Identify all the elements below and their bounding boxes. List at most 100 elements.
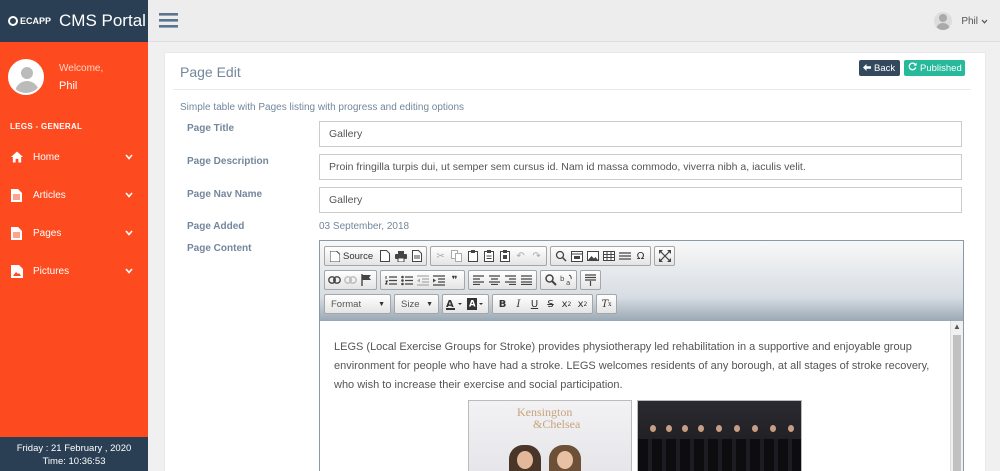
page-description-input[interactable]: Proin fringilla turpis dui, ut semper se… — [319, 154, 962, 180]
toolbar-group-insert: Ω — [550, 246, 652, 266]
toolbar-group-align — [468, 270, 537, 290]
underline-icon[interactable]: U — [527, 296, 542, 312]
svg-text:b: b — [560, 275, 565, 283]
gallery-image-award[interactable]: Kensington &Chelsea — [468, 400, 632, 471]
flash-media-icon[interactable] — [569, 248, 584, 264]
indent-icon[interactable] — [431, 272, 446, 288]
sidebar-item-label: Articles — [33, 189, 66, 201]
align-left-icon[interactable] — [471, 272, 486, 288]
editor-content[interactable]: LEGS (Local Exercise Groups for Stroke) … — [320, 321, 951, 471]
align-justify-icon[interactable] — [519, 272, 534, 288]
scroll-up-arrow-icon[interactable]: ▲ — [953, 322, 961, 331]
align-right-icon[interactable] — [503, 272, 518, 288]
page-nav-name-input[interactable]: Gallery — [319, 187, 962, 213]
toolbar-group-view — [654, 246, 676, 266]
profile: Welcome, Phil — [0, 42, 148, 112]
remove-format-icon[interactable]: Tx — [599, 296, 614, 312]
paste-word-icon[interactable] — [497, 248, 512, 264]
page-title-input[interactable]: Gallery — [319, 121, 962, 147]
user-menu[interactable]: Phil — [934, 12, 988, 30]
brand-title: CMS Portal — [59, 11, 146, 30]
gallery-image-group[interactable] — [637, 400, 802, 471]
toolbar-group-cleanup: Tx — [596, 294, 617, 314]
scroll-thumb[interactable] — [953, 335, 961, 471]
page-break-icon[interactable] — [583, 272, 598, 288]
background-color-icon[interactable]: A — [466, 296, 486, 312]
sidebar-item-label: Home — [33, 151, 60, 163]
back-label: Back — [874, 62, 896, 74]
page-added-label: Page Added — [187, 221, 245, 232]
editor-scrollbar[interactable]: ▲ — [950, 321, 963, 471]
chevron-down-icon — [125, 228, 133, 239]
document-icon — [11, 227, 23, 240]
rich-text-editor: Source ✂ ↶ ↷ Ω ❞ b a Format ▼ Size ▼ A A… — [319, 240, 964, 471]
page-content-label: Page Content — [187, 243, 252, 254]
maximize-icon[interactable] — [657, 248, 672, 264]
special-char-icon[interactable]: Ω — [633, 248, 648, 264]
image-icon[interactable] — [585, 248, 600, 264]
subscript-icon[interactable]: x2 — [559, 296, 574, 312]
content-paragraph: LEGS (Local Exercise Groups for Stroke) … — [334, 341, 930, 391]
size-dropdown[interactable]: Size ▼ — [394, 294, 439, 314]
cut-icon[interactable]: ✂ — [433, 248, 448, 264]
undo-icon[interactable]: ↶ — [513, 248, 528, 264]
redo-icon[interactable]: ↷ — [529, 248, 544, 264]
source-button[interactable]: Source — [327, 248, 376, 264]
sidebar-item-pictures[interactable]: Pictures — [0, 252, 148, 290]
sidebar-item-articles[interactable]: Articles — [0, 176, 148, 214]
text-color-icon[interactable]: A — [445, 296, 465, 312]
horizontal-rule-icon[interactable] — [617, 248, 632, 264]
spellcheck-icon[interactable] — [553, 248, 568, 264]
align-center-icon[interactable] — [487, 272, 502, 288]
copy-icon[interactable] — [449, 248, 464, 264]
source-label: Source — [343, 250, 374, 262]
anchor-flag-icon[interactable] — [359, 272, 374, 288]
paste-icon[interactable] — [465, 248, 480, 264]
preview-icon[interactable] — [409, 248, 424, 264]
find-icon[interactable] — [543, 272, 558, 288]
published-button[interactable]: Published — [904, 60, 965, 76]
toolbar-group-lists: ❞ — [380, 270, 465, 290]
link-icon[interactable] — [327, 272, 342, 288]
sidebar-item-pages[interactable]: Pages — [0, 214, 148, 252]
brand-header[interactable]: ECAPP CMS Portal — [0, 0, 148, 42]
footer-time: Time: 10:36:53 — [42, 456, 106, 467]
outdent-icon[interactable] — [415, 272, 430, 288]
sidebar-item-home[interactable]: Home — [0, 138, 148, 176]
profile-name: Phil — [59, 79, 78, 92]
page-nav-name-label: Page Nav Name — [187, 189, 263, 200]
unlink-icon[interactable] — [343, 272, 358, 288]
toolbar-group-colors: A A — [442, 294, 489, 314]
page-title-label: Page Title — [187, 123, 235, 134]
footer-clock: Friday : 21 February , 2020 Time: 10:36:… — [0, 437, 148, 471]
chevron-down-icon — [981, 16, 988, 27]
italic-icon[interactable]: I — [511, 296, 526, 312]
picture-icon — [11, 265, 23, 278]
bulleted-list-icon[interactable] — [399, 272, 414, 288]
strikethrough-icon[interactable]: S — [543, 296, 558, 312]
svg-text:a: a — [566, 279, 570, 286]
back-button[interactable]: Back — [859, 60, 900, 76]
format-dropdown[interactable]: Format ▼ — [324, 294, 391, 314]
superscript-icon[interactable]: x2 — [575, 296, 590, 312]
bold-icon[interactable]: B — [495, 296, 510, 312]
toolbar-group-find: ba — [540, 270, 577, 290]
numbered-list-icon[interactable] — [383, 272, 398, 288]
replace-icon[interactable]: ba — [559, 272, 574, 288]
blockquote-icon[interactable]: ❞ — [447, 272, 462, 288]
document-icon — [11, 189, 23, 202]
sidebar-item-label: Pictures — [33, 265, 70, 277]
toolbar-group-basic-styles: B I U S x2 x2 — [492, 294, 593, 314]
paste-text-icon[interactable] — [481, 248, 496, 264]
panel-subtitle: Simple table with Pages listing with pro… — [180, 102, 465, 113]
panel-title: Page Edit — [180, 64, 241, 80]
print-icon[interactable] — [393, 248, 408, 264]
new-page-icon[interactable] — [377, 248, 392, 264]
sidebar: ECAPP CMS Portal Welcome, Phil LEGS - GE… — [0, 0, 148, 471]
table-icon[interactable] — [601, 248, 616, 264]
caret-down-icon: ▼ — [426, 300, 433, 308]
hamburger-menu-icon[interactable] — [159, 13, 178, 31]
page-added-value: 03 September, 2018 — [319, 221, 410, 232]
section-title: LEGS - GENERAL — [10, 122, 83, 131]
page-edit-panel: Page Edit Back Published Simple table wi… — [164, 52, 986, 471]
